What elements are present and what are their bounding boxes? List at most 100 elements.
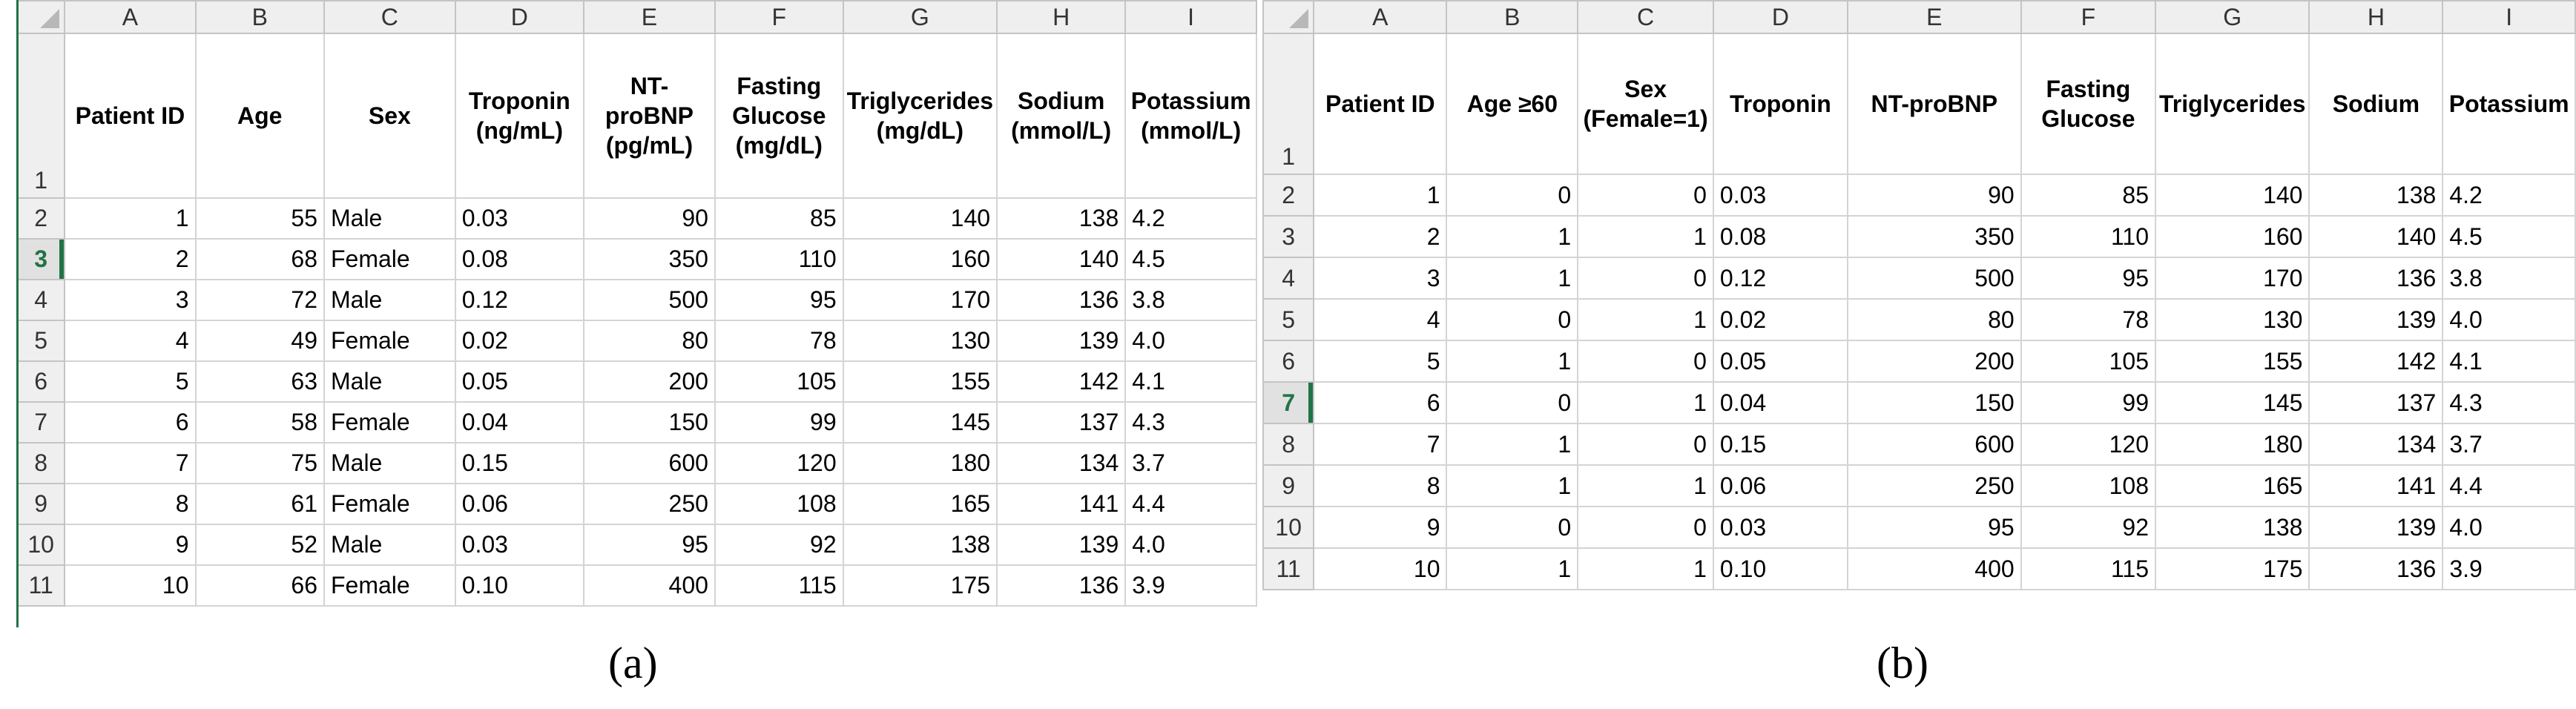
- header-cell[interactable]: Troponin: [1712, 33, 1848, 175]
- row-header-5[interactable]: 5: [16, 320, 66, 362]
- cell[interactable]: 0: [1577, 174, 1714, 217]
- column-header-a[interactable]: A: [1313, 0, 1448, 34]
- column-header-a[interactable]: A: [64, 0, 197, 34]
- cell[interactable]: 90: [583, 197, 716, 240]
- cell[interactable]: 9: [1313, 506, 1448, 549]
- column-header-c[interactable]: C: [1577, 0, 1714, 34]
- cell[interactable]: 250: [583, 483, 716, 525]
- cell[interactable]: 160: [842, 238, 998, 280]
- column-header-d[interactable]: D: [454, 0, 585, 34]
- cell[interactable]: 115: [714, 564, 844, 607]
- cell[interactable]: 4.1: [2442, 340, 2576, 383]
- cell[interactable]: 170: [2155, 257, 2310, 300]
- cell[interactable]: 115: [2020, 547, 2157, 590]
- cell[interactable]: 8: [1313, 464, 1448, 507]
- cell[interactable]: 400: [583, 564, 716, 607]
- cell[interactable]: 130: [2155, 298, 2310, 341]
- cell[interactable]: 0: [1577, 257, 1714, 300]
- cell[interactable]: 110: [2020, 215, 2157, 258]
- cell[interactable]: 95: [2020, 257, 2157, 300]
- row-header-1[interactable]: 1: [1262, 33, 1315, 175]
- row-header-8[interactable]: 8: [16, 442, 66, 484]
- row-header-4[interactable]: 4: [16, 279, 66, 321]
- cell[interactable]: 140: [2308, 215, 2444, 258]
- column-header-g[interactable]: G: [842, 0, 998, 34]
- cell[interactable]: 0.05: [1712, 340, 1848, 383]
- cell[interactable]: Male: [323, 197, 456, 240]
- cell[interactable]: 136: [996, 279, 1127, 321]
- cell[interactable]: 130: [842, 320, 998, 362]
- cell[interactable]: 180: [842, 442, 998, 484]
- cell[interactable]: 165: [2155, 464, 2310, 507]
- cell[interactable]: Male: [323, 524, 456, 566]
- row-header-3[interactable]: 3: [1262, 215, 1315, 258]
- cell[interactable]: 0.08: [454, 238, 585, 280]
- header-cell[interactable]: Patient ID: [1313, 33, 1448, 175]
- row-header-7[interactable]: 7: [1262, 381, 1315, 424]
- cell[interactable]: 95: [583, 524, 716, 566]
- cell[interactable]: 4.3: [2442, 381, 2576, 424]
- cell[interactable]: 0: [1577, 340, 1714, 383]
- cell[interactable]: 4.3: [1124, 401, 1257, 443]
- cell[interactable]: 0.10: [454, 564, 585, 607]
- cell[interactable]: 1: [1577, 464, 1714, 507]
- header-cell[interactable]: Sodium: [2308, 33, 2444, 175]
- cell[interactable]: 108: [714, 483, 844, 525]
- cell[interactable]: 145: [2155, 381, 2310, 424]
- cell[interactable]: 4.0: [1124, 320, 1257, 362]
- cell[interactable]: 1: [1446, 423, 1579, 466]
- cell[interactable]: 136: [2308, 257, 2444, 300]
- cell[interactable]: 138: [996, 197, 1127, 240]
- cell[interactable]: Male: [323, 360, 456, 403]
- cell[interactable]: 105: [714, 360, 844, 403]
- row-header-9[interactable]: 9: [1262, 464, 1315, 507]
- cell[interactable]: 140: [842, 197, 998, 240]
- cell[interactable]: 142: [2308, 340, 2444, 383]
- cell[interactable]: 0.04: [1712, 381, 1848, 424]
- row-header-1[interactable]: 1: [16, 33, 66, 199]
- cell[interactable]: 4.0: [1124, 524, 1257, 566]
- cell[interactable]: 4.0: [2442, 506, 2576, 549]
- select-all-corner[interactable]: [16, 0, 66, 34]
- cell[interactable]: 75: [194, 442, 325, 484]
- cell[interactable]: 139: [996, 320, 1127, 362]
- cell[interactable]: 0: [1446, 506, 1579, 549]
- cell[interactable]: 0: [1577, 506, 1714, 549]
- cell[interactable]: 10: [64, 564, 197, 607]
- cell[interactable]: 1: [1577, 381, 1714, 424]
- cell[interactable]: 140: [2155, 174, 2310, 217]
- column-header-f[interactable]: F: [714, 0, 844, 34]
- cell[interactable]: 8: [64, 483, 197, 525]
- cell[interactable]: Female: [323, 401, 456, 443]
- cell[interactable]: 1: [1446, 547, 1579, 590]
- cell[interactable]: 134: [996, 442, 1127, 484]
- cell[interactable]: 0.06: [1712, 464, 1848, 507]
- cell[interactable]: 52: [194, 524, 325, 566]
- cell[interactable]: 3.9: [1124, 564, 1257, 607]
- header-cell[interactable]: Potassium (mmol/L): [1124, 33, 1257, 199]
- row-header-8[interactable]: 8: [1262, 423, 1315, 466]
- cell[interactable]: 165: [842, 483, 998, 525]
- cell[interactable]: 66: [194, 564, 325, 607]
- header-cell[interactable]: Troponin (ng/mL): [454, 33, 585, 199]
- cell[interactable]: 95: [1846, 506, 2022, 549]
- cell[interactable]: 400: [1846, 547, 2022, 590]
- cell[interactable]: 4: [64, 320, 197, 362]
- cell[interactable]: 0.05: [454, 360, 585, 403]
- cell[interactable]: 175: [842, 564, 998, 607]
- column-header-h[interactable]: H: [996, 0, 1127, 34]
- cell[interactable]: 58: [194, 401, 325, 443]
- row-header-11[interactable]: 11: [16, 564, 66, 607]
- column-header-e[interactable]: E: [583, 0, 716, 34]
- cell[interactable]: 139: [2308, 506, 2444, 549]
- cell[interactable]: 0.12: [454, 279, 585, 321]
- cell[interactable]: 160: [2155, 215, 2310, 258]
- cell[interactable]: 4.1: [1124, 360, 1257, 403]
- cell[interactable]: 72: [194, 279, 325, 321]
- cell[interactable]: 10: [1313, 547, 1448, 590]
- cell[interactable]: 99: [2020, 381, 2157, 424]
- cell[interactable]: 1: [1577, 215, 1714, 258]
- cell[interactable]: 145: [842, 401, 998, 443]
- cell[interactable]: 139: [2308, 298, 2444, 341]
- cell[interactable]: 3.7: [2442, 423, 2576, 466]
